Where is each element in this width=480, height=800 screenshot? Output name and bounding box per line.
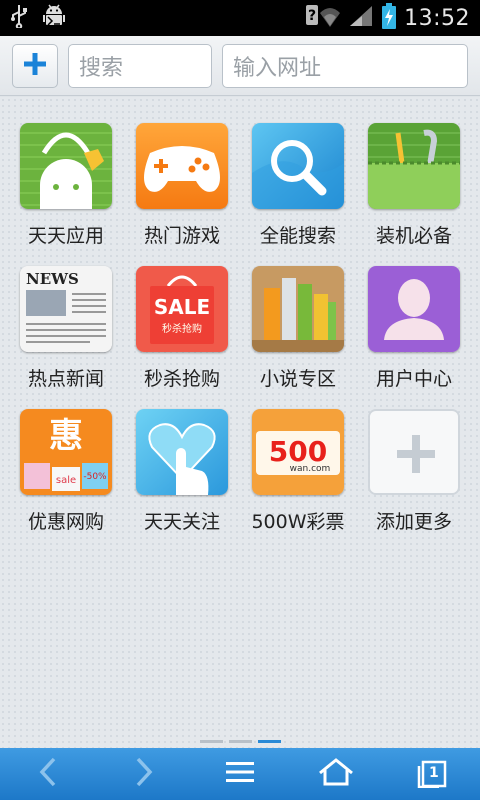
tab-count: 1	[429, 765, 439, 781]
page-dot-3[interactable]	[257, 740, 281, 743]
signal-icon	[348, 4, 374, 32]
svg-text:?: ?	[308, 8, 316, 24]
tile-essentials[interactable]: 装机必备	[356, 123, 472, 248]
news-badge: NEWS	[26, 270, 79, 288]
tile-novels[interactable]: 小说专区	[240, 266, 356, 391]
discount-bags-icon: 惠 sale -50%	[20, 409, 112, 495]
tile-label: 热点新闻	[27, 368, 104, 390]
discount-percent: -50%	[83, 472, 107, 482]
tile-flash-sale[interactable]: SALE 秒杀抢购 秒杀抢购	[124, 266, 240, 391]
url-input[interactable]: 输入网址	[222, 43, 468, 88]
tile-lottery[interactable]: 500 wan.com 500W彩票	[240, 409, 356, 534]
books-icon	[252, 266, 344, 352]
tile-label: 小说专区	[259, 368, 336, 390]
tile-apps[interactable]: 天天应用	[8, 123, 124, 248]
status-bar: ? 13:52	[0, 0, 480, 36]
magnifier-icon	[252, 123, 344, 209]
forward-button[interactable]	[114, 748, 174, 800]
speed-dial-area: 天天应用 热门游戏 全能搜索 装机必备 NEWS 热点新闻 SALE 秒杀抢购 …	[0, 97, 480, 748]
usb-icon	[10, 4, 28, 32]
page-dot-1[interactable]	[199, 740, 223, 743]
tile-add-more[interactable]: 添加更多	[356, 409, 472, 534]
tile-user-center[interactable]: 用户中心	[356, 266, 472, 391]
search-input[interactable]: 搜索	[68, 43, 212, 88]
tabs-icon: 1	[417, 760, 447, 788]
tile-news[interactable]: NEWS 热点新闻	[8, 266, 124, 391]
sale-label: sale	[56, 475, 76, 486]
tile-daily-follow[interactable]: 天天关注	[124, 409, 240, 534]
tile-discount-shopping[interactable]: 惠 sale -50% 优惠网购	[8, 409, 124, 534]
speed-dial-grid: 天天应用 热门游戏 全能搜索 装机必备 NEWS 热点新闻 SALE 秒杀抢购 …	[0, 123, 480, 534]
add-more-icon	[368, 409, 460, 495]
back-button[interactable]	[18, 748, 78, 800]
tile-label: 添加更多	[375, 511, 452, 533]
tools-icon	[368, 123, 460, 209]
clock: 13:52	[404, 5, 470, 31]
plus-icon	[23, 52, 47, 80]
sale-badge: SALE	[154, 295, 210, 319]
tile-label: 天天应用	[27, 225, 104, 247]
page-indicator	[0, 740, 480, 744]
tabs-button[interactable]: 1	[402, 748, 462, 800]
newspaper-icon: NEWS	[20, 266, 112, 352]
browser-toolbar: 搜索 输入网址	[0, 36, 480, 96]
sale-sub-badge: 秒杀抢购	[162, 322, 202, 335]
tile-label: 热门游戏	[143, 225, 220, 247]
tile-label: 优惠网购	[27, 511, 104, 533]
menu-icon	[226, 760, 254, 788]
bottom-nav-bar: 1	[0, 748, 480, 800]
discount-badge: 惠	[49, 416, 83, 456]
forward-arrow-icon	[134, 756, 154, 792]
tile-label: 500W彩票	[251, 511, 345, 533]
tile-label: 用户中心	[375, 368, 452, 390]
tile-label: 天天关注	[143, 511, 220, 533]
gamepad-icon	[136, 123, 228, 209]
tile-label: 全能搜索	[259, 225, 336, 247]
sale-bag-icon: SALE 秒杀抢购	[136, 266, 228, 352]
tile-search[interactable]: 全能搜索	[240, 123, 356, 248]
back-arrow-icon	[38, 756, 58, 792]
page-dot-2[interactable]	[228, 740, 252, 743]
add-button[interactable]	[12, 43, 58, 88]
tile-label: 装机必备	[375, 225, 452, 247]
heart-touch-icon	[136, 409, 228, 495]
android-shopping-bag-icon	[20, 123, 112, 209]
home-icon	[318, 757, 354, 791]
user-silhouette-icon	[368, 266, 460, 352]
menu-button[interactable]	[210, 748, 270, 800]
android-debug-icon	[42, 3, 66, 33]
tile-games[interactable]: 热门游戏	[124, 123, 240, 248]
battery-charging-icon	[382, 3, 397, 33]
tile-label: 秒杀抢购	[143, 368, 220, 390]
lottery-500-icon: 500 wan.com	[252, 409, 344, 495]
home-button[interactable]	[306, 748, 366, 800]
wifi-question-icon: ?	[306, 3, 341, 33]
lottery-domain-text: wan.com	[290, 464, 331, 474]
